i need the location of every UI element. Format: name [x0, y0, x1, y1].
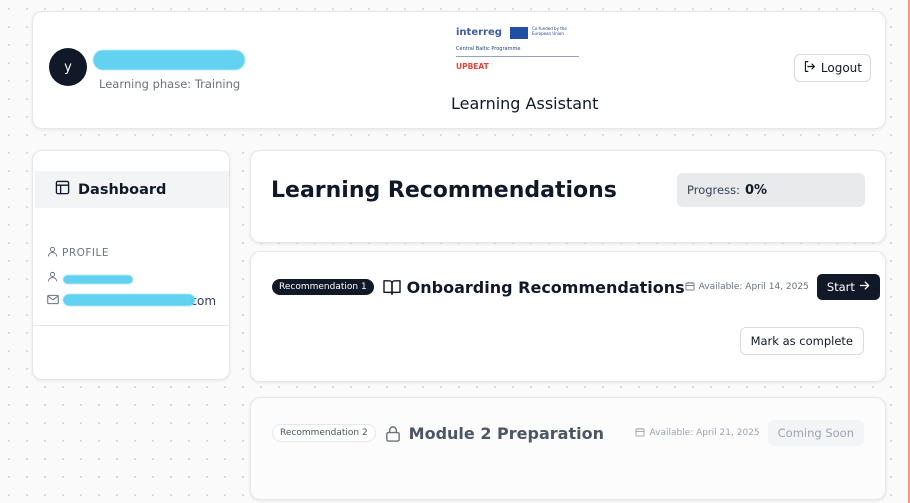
logo-interreg-text: interreg	[456, 27, 502, 38]
logout-icon	[803, 60, 816, 76]
header-card: y Learning phase: Training interreg Co-f…	[32, 11, 886, 129]
eu-flag-icon	[510, 27, 528, 39]
recommendations-header-card: Learning Recommendations Progress: 0%	[250, 150, 886, 243]
logo-divider	[456, 56, 579, 57]
logo-upbeat-text: UPBEAT	[456, 62, 489, 71]
sidebar-item-dashboard[interactable]: Dashboard	[35, 171, 229, 208]
calendar-icon	[685, 281, 695, 294]
availability-date: Available: April 14, 2025	[685, 281, 809, 294]
progress-value: 0%	[744, 182, 768, 198]
availability-date: Available: April 21, 2025	[635, 427, 760, 440]
profile-section-label: PROFILE	[47, 246, 109, 260]
recommendation-title: Onboarding Recommendations	[406, 277, 685, 297]
redacted-username	[93, 50, 245, 70]
arrow-right-icon	[859, 280, 870, 294]
start-button[interactable]: Start	[816, 274, 880, 300]
logout-label: Logout	[820, 61, 862, 75]
page-title: Learning Recommendations	[271, 178, 617, 203]
recommendation-title: Module 2 Preparation	[408, 423, 604, 443]
calendar-icon	[635, 427, 645, 440]
recommendation-row: Recommendation 1 Onboarding Recommendati…	[272, 274, 880, 300]
sidebar-divider	[33, 325, 229, 326]
dashboard-icon	[55, 180, 70, 199]
right-edge-accent	[906, 0, 910, 503]
coming-soon-button[interactable]: Coming Soon	[767, 420, 864, 446]
availability-text: Available: April 14, 2025	[698, 282, 809, 292]
mark-complete-button[interactable]: Mark as complete	[739, 327, 864, 355]
logout-button[interactable]: Logout	[793, 54, 871, 82]
logo-programme-text: Central Baltic Programme	[456, 46, 521, 52]
profile-label-text: PROFILE	[62, 247, 110, 259]
sidebar-item-label: Dashboard	[78, 181, 167, 198]
user-icon	[47, 271, 58, 285]
lock-icon	[385, 424, 403, 442]
availability-text: Available: April 21, 2025	[649, 428, 760, 438]
interreg-logo: interreg Co-funded by the European Union…	[456, 24, 591, 79]
progress-indicator: Progress: 0%	[677, 173, 865, 207]
recommendation-badge: Recommendation 1	[272, 279, 374, 295]
recommendation-row: Recommendation 2 Module 2 Preparation Av…	[272, 420, 864, 446]
user-icon	[47, 246, 58, 260]
app-title: Learning Assistant	[451, 94, 599, 113]
avatar: y	[49, 48, 87, 86]
learning-phase: Learning phase: Training	[99, 77, 241, 91]
start-label: Start	[826, 280, 855, 294]
sidebar: Dashboard PROFILE ...com	[32, 150, 230, 380]
recommendation-card: Recommendation 1 Onboarding Recommendati…	[250, 251, 886, 382]
recommendation-badge: Recommendation 2	[272, 424, 376, 442]
progress-label: Progress:	[687, 183, 740, 197]
redacted-username-small	[63, 275, 133, 284]
book-icon	[382, 278, 401, 296]
mail-icon	[47, 294, 59, 308]
logo-cofunded-text: Co-funded by the European Union	[532, 26, 567, 36]
redacted-email	[63, 294, 195, 306]
profile-username-row	[47, 271, 58, 285]
recommendation-card: Recommendation 2 Module 2 Preparation Av…	[250, 397, 886, 500]
